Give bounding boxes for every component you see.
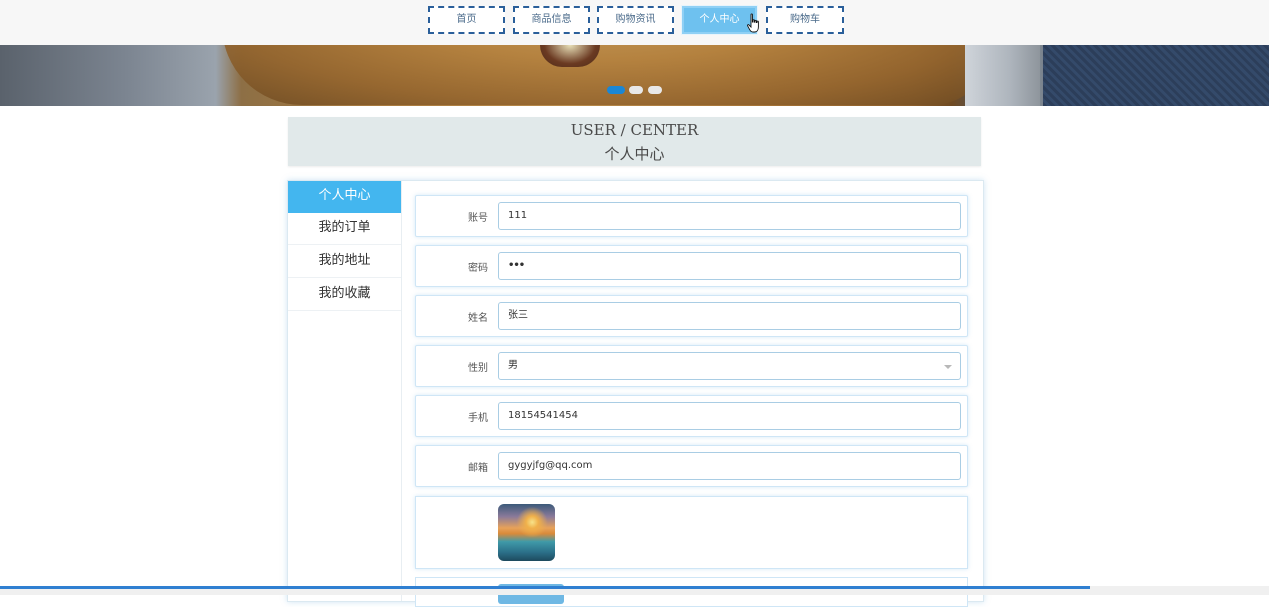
account-label: 账号 (468, 213, 488, 224)
banner-carousel[interactable] (0, 45, 1269, 106)
sidebar-item-orders[interactable]: 我的订单 (288, 212, 401, 245)
sidebar-item-user-center[interactable]: 个人中心 (288, 181, 401, 213)
sidebar-item-address[interactable]: 我的地址 (288, 245, 401, 278)
password-label: 密码 (468, 263, 488, 274)
carousel-dot-1[interactable] (607, 86, 625, 94)
chevron-down-icon (944, 365, 952, 369)
banner-knife (965, 45, 1040, 106)
section-heading: USER / CENTER 个人中心 (288, 117, 981, 166)
account-input[interactable]: 111 (498, 202, 961, 230)
nav-home[interactable]: 首页 (428, 6, 505, 34)
top-nav: 首页 商品信息 购物资讯 个人中心 购物车 (0, 0, 1269, 46)
account-row: 账号 111 (415, 195, 968, 237)
nav-products[interactable]: 商品信息 (513, 6, 590, 34)
carousel-dot-2[interactable] (629, 86, 643, 94)
sidebar-item-favorites[interactable]: 我的收藏 (288, 278, 401, 311)
password-input[interactable]: ••• (498, 252, 961, 280)
name-row: 姓名 张三 (415, 295, 968, 337)
gender-value: 男 (508, 360, 518, 371)
email-row: 邮箱 gygyjfg@qq.com (415, 445, 968, 487)
email-label: 邮箱 (468, 463, 488, 474)
name-label: 姓名 (468, 313, 488, 324)
carousel-dot-3[interactable] (648, 86, 662, 94)
sidebar: 个人中心 我的订单 我的地址 我的收藏 (288, 181, 402, 601)
phone-row: 手机 18154541454 (415, 395, 968, 437)
nav-news[interactable]: 购物资讯 (597, 6, 674, 34)
avatar-row (415, 496, 968, 569)
phone-input[interactable]: 18154541454 (498, 402, 961, 430)
section-title-cn: 个人中心 (604, 145, 665, 163)
user-center-panel: 个人中心 我的订单 我的地址 我的收藏 账号 111 密码 ••• 姓名 张三 … (287, 180, 984, 607)
scrollbar-thumb[interactable] (0, 586, 1090, 589)
email-input[interactable]: gygyjfg@qq.com (498, 452, 961, 480)
phone-label: 手机 (468, 413, 488, 424)
gender-label: 性别 (468, 363, 488, 374)
hand-pointer-icon (747, 13, 759, 33)
gender-row: 性别 男 (415, 345, 968, 387)
banner-cloth (1043, 45, 1269, 106)
nav-cart[interactable]: 购物车 (766, 6, 844, 34)
horizontal-scrollbar[interactable] (0, 586, 1269, 595)
name-input[interactable]: 张三 (498, 302, 961, 330)
banner-food-image (222, 45, 992, 105)
avatar-image[interactable] (498, 504, 555, 561)
section-title-en: USER / CENTER (570, 121, 699, 139)
gender-select[interactable]: 男 (498, 352, 961, 380)
password-row: 密码 ••• (415, 245, 968, 287)
